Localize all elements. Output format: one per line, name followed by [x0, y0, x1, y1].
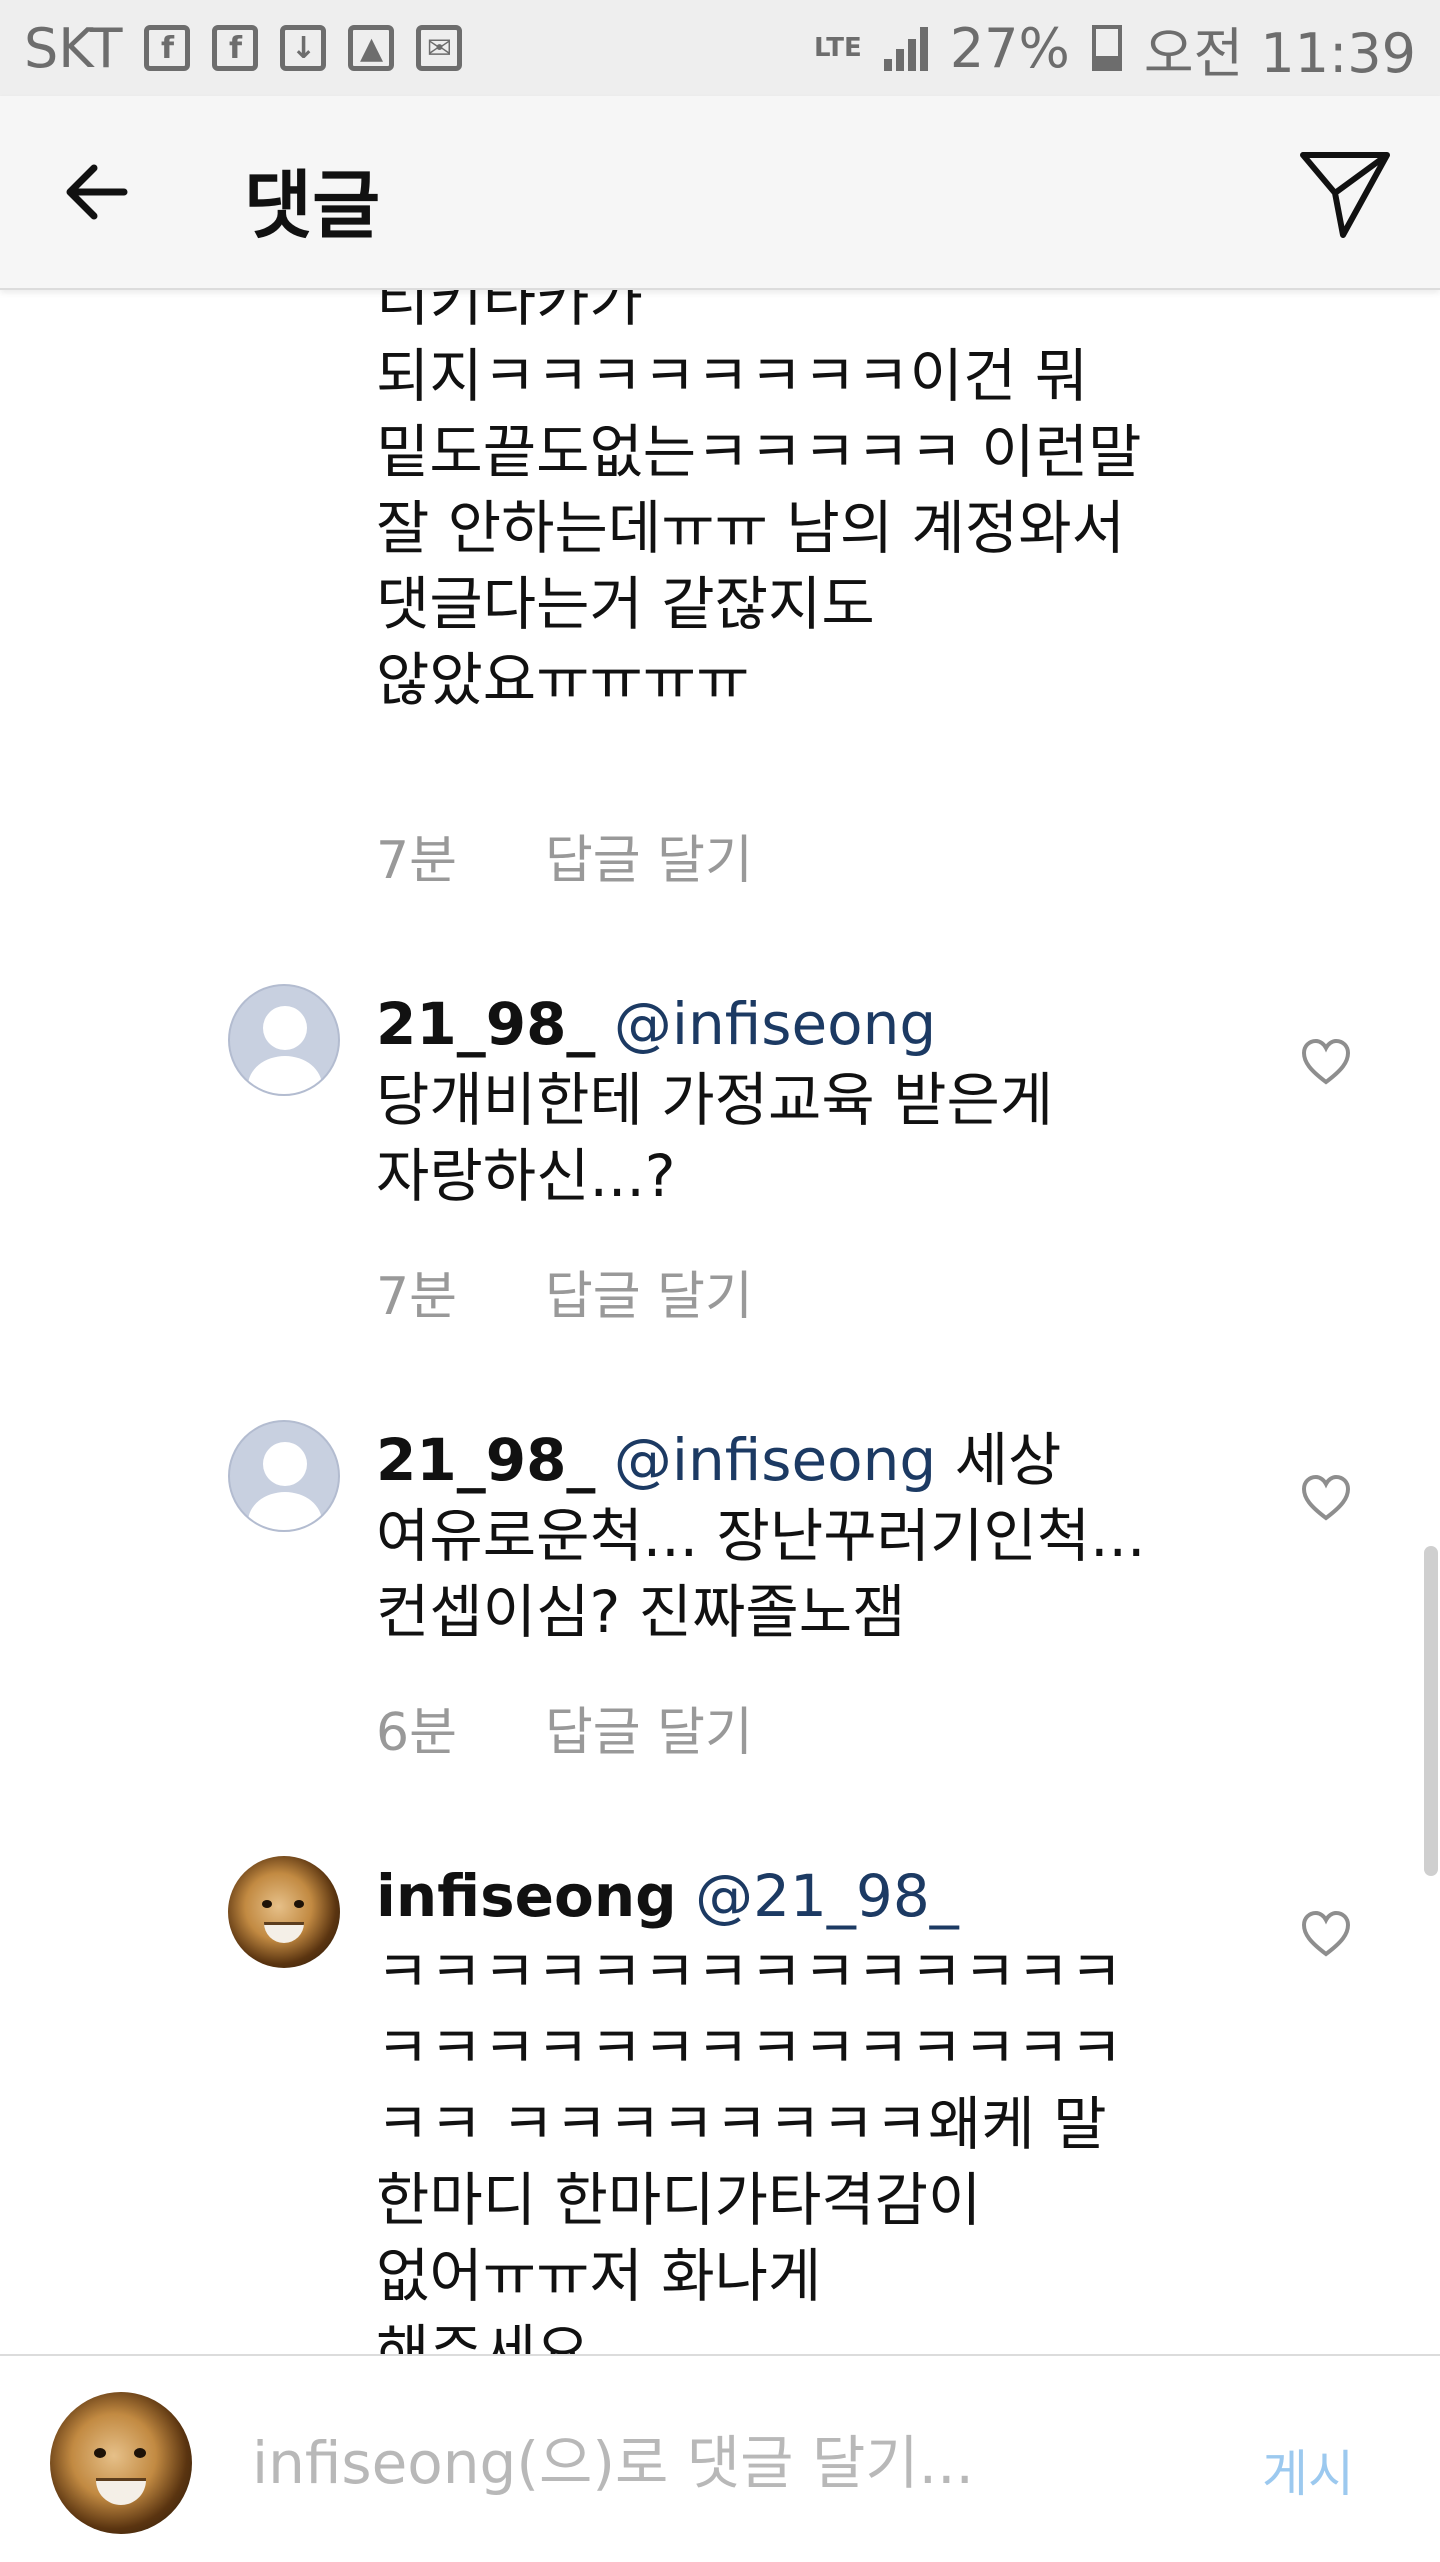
direct-send-icon — [1300, 152, 1390, 238]
comment-meta: 6분 답글 달기 — [376, 1690, 753, 1765]
comment-body: 티키타카가 되지ㅋㅋㅋㅋㅋㅋㅋㅋ이건 뭐 밑도끝도없는ㅋㅋㅋㅋㅋ 이런말 잘 안… — [376, 288, 1142, 714]
avatar[interactable] — [228, 984, 340, 1096]
comment-mention[interactable]: @infiseong — [614, 990, 936, 1058]
avatar-mouth — [96, 2478, 146, 2505]
avatar-eye — [262, 1900, 272, 1908]
heart-icon[interactable] — [1300, 1908, 1352, 1960]
post-button[interactable]: 게시 — [1262, 2434, 1354, 2506]
comments-list[interactable]: 티키타카가 되지ㅋㅋㅋㅋㅋㅋㅋㅋ이건 뭐 밑도끝도없는ㅋㅋㅋㅋㅋ 이런말 잘 안… — [0, 288, 1440, 2354]
battery-icon — [1091, 25, 1122, 71]
back-button[interactable] — [50, 146, 142, 238]
arrow-left-icon — [66, 164, 128, 220]
comment-username[interactable]: 21_98_ — [376, 990, 595, 1058]
comment-input[interactable] — [250, 2414, 1234, 2512]
comment-mention[interactable]: @21_98_ — [695, 1862, 959, 1930]
comment-text: 당개비한테 가정교육 받은게 자랑하신...? — [376, 1066, 1054, 1210]
status-right: LTE 27% 오전 11:39 — [814, 9, 1416, 88]
comment-body: 21_98_ @infiseong 세상 여유로운척... 장난꾸러기인척...… — [376, 1422, 1256, 1650]
facebook-icon: f — [144, 25, 191, 71]
comment-body: infiseong @21_98_ ㅋㅋㅋㅋㅋㅋㅋㅋㅋㅋㅋㅋㅋㅋ ㅋㅋㅋㅋㅋㅋㅋ… — [376, 1858, 1256, 2354]
current-user-avatar — [50, 2392, 192, 2534]
battery-percent: 27% — [949, 16, 1070, 80]
mail-icon: ✉ — [416, 25, 463, 71]
status-bar: SKT f f ↓ ▲ ✉ LTE 27% 오전 11:39 — [0, 0, 1440, 96]
app-header: 댓글 — [0, 96, 1440, 290]
comment-username[interactable]: infiseong — [376, 1862, 677, 1930]
comment-time: 6분 — [376, 1703, 457, 1763]
share-button[interactable] — [1290, 140, 1400, 250]
comment-text: ㅋㅋㅋㅋㅋㅋㅋㅋㅋㅋㅋㅋㅋㅋ ㅋㅋㅋㅋㅋㅋㅋㅋㅋㅋㅋㅋㅋㅋ ㅋㅋ ㅋㅋㅋㅋㅋㅋㅋ… — [376, 1938, 1124, 2354]
comment-time: 7분 — [376, 1267, 457, 1327]
page-title: 댓글 — [244, 163, 381, 249]
reply-button[interactable]: 답글 달기 — [545, 1254, 753, 1329]
avatar-mouth — [264, 1922, 304, 1943]
avatar[interactable] — [228, 1420, 340, 1532]
avatar-eye — [134, 2448, 146, 2458]
download-icon: ↓ — [280, 25, 327, 71]
comment-username[interactable]: 21_98_ — [376, 1426, 595, 1494]
image-icon: ▲ — [348, 25, 395, 71]
carrier-label: SKT — [24, 16, 123, 80]
comment-meta: 7분 답글 달기 — [376, 1254, 753, 1329]
avatar[interactable] — [228, 1856, 340, 1968]
reply-button[interactable]: 답글 달기 — [545, 1690, 753, 1765]
avatar-eye — [94, 2448, 106, 2458]
avatar-eye — [294, 1900, 304, 1908]
scrollbar[interactable] — [1424, 1546, 1438, 1876]
comment-input-bar: 게시 — [0, 2354, 1440, 2562]
heart-icon[interactable] — [1300, 1036, 1352, 1088]
clock: 오전 11:39 — [1143, 21, 1416, 85]
reply-button[interactable]: 답글 달기 — [545, 818, 753, 893]
comment-time: 7분 — [376, 831, 457, 891]
comment-mention[interactable]: @infiseong — [614, 1426, 936, 1494]
status-left: SKT f f ↓ ▲ ✉ — [24, 16, 463, 80]
network-label: LTE — [814, 33, 862, 63]
facebook-icon: f — [212, 25, 259, 71]
signal-icon — [883, 25, 928, 71]
comment-meta: 7분 답글 달기 — [376, 818, 753, 893]
heart-icon[interactable] — [1300, 1472, 1352, 1524]
comment-body: 21_98_ @infiseong 당개비한테 가정교육 받은게 자랑하신...… — [376, 986, 1256, 1214]
